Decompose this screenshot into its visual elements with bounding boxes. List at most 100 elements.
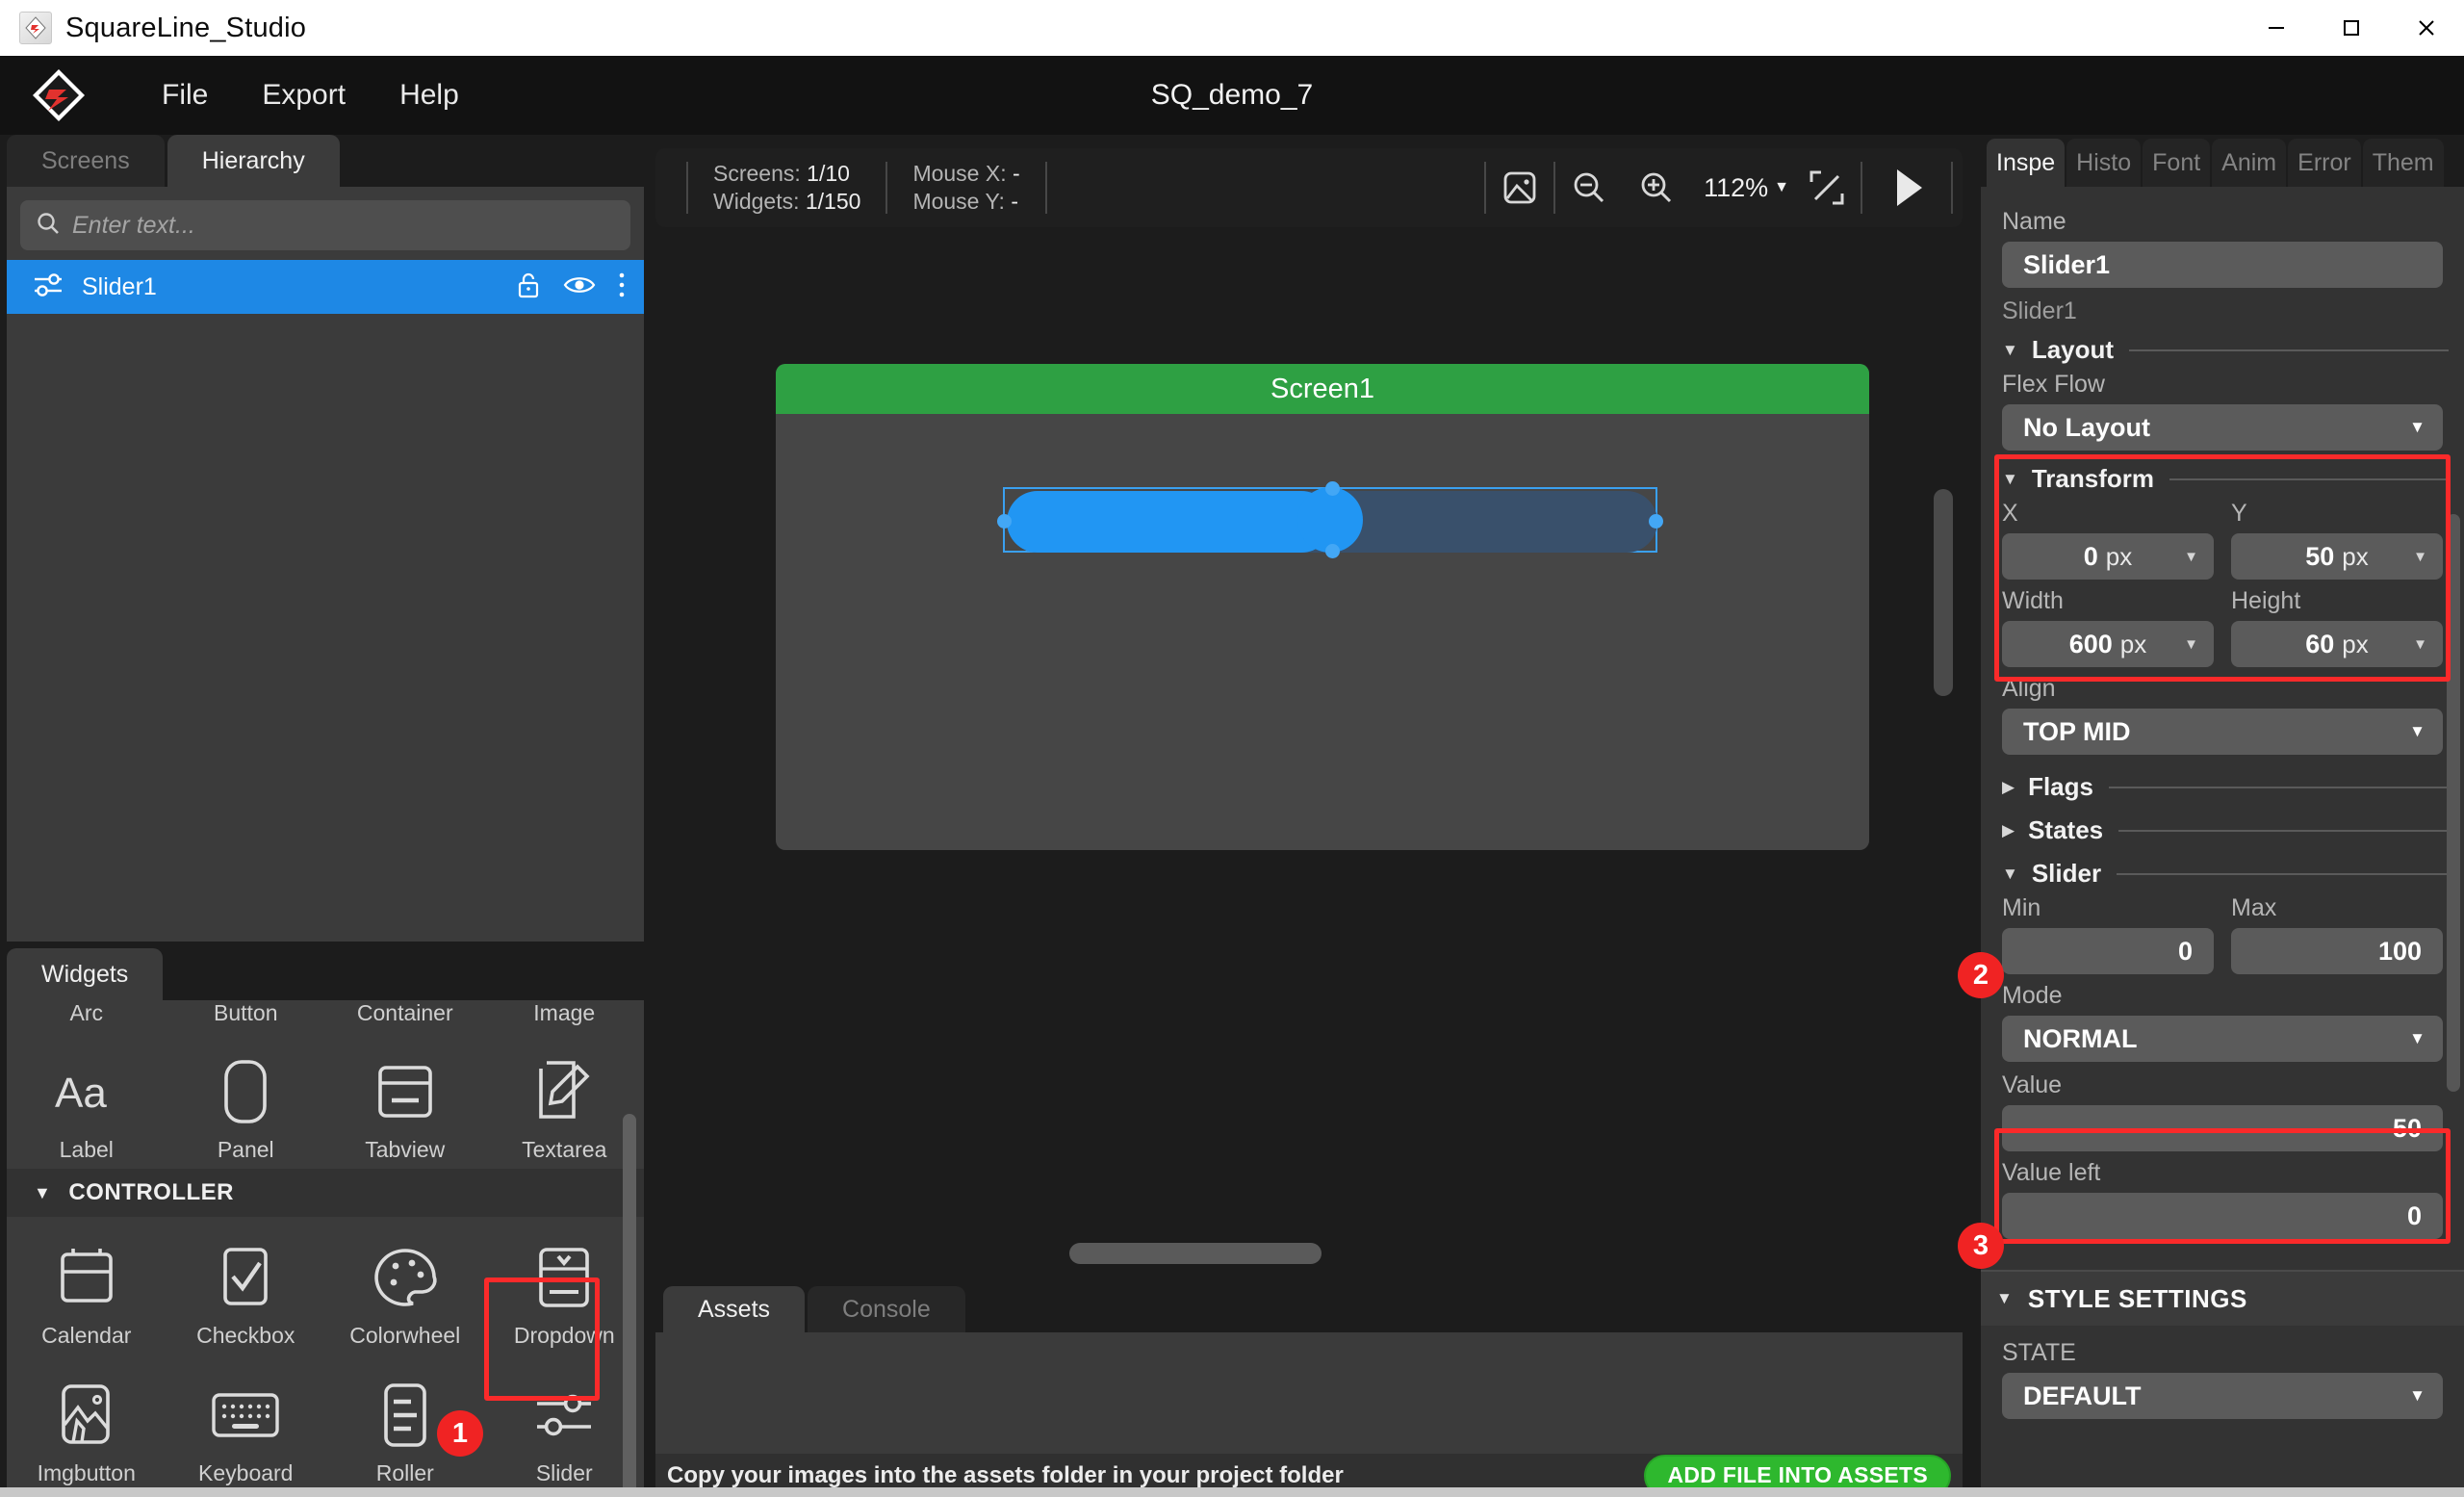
- resize-handle-bottom[interactable]: [1325, 544, 1340, 558]
- resize-handle-top[interactable]: [1325, 481, 1340, 496]
- tab-console[interactable]: Console: [808, 1286, 965, 1332]
- value-input[interactable]: 50: [2002, 1105, 2443, 1151]
- section-layout[interactable]: ▼ Layout: [1981, 335, 2464, 365]
- widgets-scrollbar[interactable]: [623, 1114, 636, 1497]
- menu-export[interactable]: Export: [235, 56, 372, 135]
- zoom-out-icon[interactable]: [1555, 148, 1623, 227]
- chevron-right-icon: ▶: [2002, 820, 2015, 839]
- minimize-icon[interactable]: [2239, 0, 2314, 56]
- widget-slider[interactable]: Slider: [485, 1355, 645, 1492]
- widget-imgbutton[interactable]: Imgbutton: [7, 1355, 167, 1492]
- state-select[interactable]: DEFAULT ▼: [2002, 1373, 2443, 1419]
- width-unit: px: [2119, 629, 2147, 658]
- align-select[interactable]: TOP MID ▼: [2002, 709, 2443, 755]
- squareline-studio-window: SquareLine_Studio SQ_demo_7 File Export …: [0, 0, 2464, 1497]
- screen-name: Screen1: [1270, 373, 1374, 404]
- search-input[interactable]: Enter text...: [20, 200, 630, 250]
- height-group: Height 60 px ▼: [2231, 587, 2443, 667]
- flex-flow-select[interactable]: No Layout ▼: [2002, 404, 2443, 451]
- chevron-down-icon: ▼: [2409, 418, 2426, 436]
- tab-font[interactable]: Font: [2143, 139, 2211, 187]
- widgets-value: 1/150: [805, 189, 861, 214]
- section-slider[interactable]: ▼ Slider: [1981, 859, 2464, 889]
- height-unit: px: [2342, 629, 2369, 658]
- device-screen[interactable]: Screen1: [776, 364, 1869, 850]
- mode-select[interactable]: NORMAL ▼: [2002, 1016, 2443, 1062]
- slider-knob[interactable]: [1297, 487, 1363, 553]
- height-input[interactable]: 60 px ▼: [2231, 621, 2443, 667]
- widget-dropdown[interactable]: Dropdown: [485, 1217, 645, 1355]
- x-input[interactable]: 0 px ▼: [2002, 533, 2214, 580]
- play-icon[interactable]: [1862, 148, 1951, 227]
- assets-list[interactable]: [655, 1332, 1963, 1454]
- resize-handle-left[interactable]: [997, 514, 1012, 529]
- name-input[interactable]: Slider1: [2002, 242, 2443, 288]
- canvas-area[interactable]: Screen1: [655, 239, 1963, 1274]
- widget-container[interactable]: Container: [325, 1000, 485, 1031]
- zoom-in-icon[interactable]: [1623, 148, 1690, 227]
- canvas-vertical-scrollbar[interactable]: [1934, 489, 1953, 696]
- widget-textarea[interactable]: Textarea: [485, 1031, 645, 1169]
- tab-hierarchy[interactable]: Hierarchy: [167, 135, 340, 187]
- section-flags[interactable]: ▶ Flags: [1981, 772, 2464, 802]
- widget-keyboard[interactable]: Keyboard: [167, 1355, 326, 1492]
- image-preview-icon[interactable]: [1486, 148, 1553, 227]
- inspector-scrollbar[interactable]: [2447, 514, 2460, 1092]
- calendar-icon: [52, 1236, 121, 1319]
- widget-panel[interactable]: Panel: [167, 1031, 326, 1169]
- canvas-hscroll-thumb[interactable]: [1069, 1243, 1322, 1264]
- value-left-group: Value left 0: [1981, 1151, 2464, 1239]
- tab-inspector[interactable]: Inspe: [1987, 139, 2066, 187]
- state-group: STATE DEFAULT ▼: [1981, 1326, 2464, 1419]
- menu-help[interactable]: Help: [372, 56, 486, 135]
- flex-flow-label: Flex Flow: [2002, 371, 2105, 398]
- widget-checkbox[interactable]: Checkbox: [167, 1217, 326, 1355]
- toolbar-divider-3: [1044, 162, 1047, 214]
- widgets-section-controller[interactable]: ▼ CONTROLLER: [7, 1169, 644, 1217]
- tree-item-slider1[interactable]: Slider1: [7, 260, 644, 314]
- tab-error[interactable]: Error: [2288, 139, 2361, 187]
- fit-screen-icon[interactable]: [1793, 148, 1861, 227]
- tab-anim[interactable]: Anim: [2212, 139, 2287, 187]
- screens-count-row: Screens: 1/10: [713, 161, 860, 187]
- maximize-icon[interactable]: [2314, 0, 2389, 56]
- more-icon[interactable]: [617, 271, 627, 304]
- chevron-down-icon: ▼: [2002, 340, 2018, 359]
- tab-assets[interactable]: Assets: [663, 1286, 806, 1332]
- close-icon[interactable]: [2389, 0, 2464, 56]
- section-rule: [2118, 829, 2449, 832]
- widget-label-label: Label: [59, 1137, 114, 1162]
- width-input[interactable]: 600 px ▼: [2002, 621, 2214, 667]
- value-left-input[interactable]: 0: [2002, 1193, 2443, 1239]
- slider-fill: [1007, 491, 1332, 553]
- tab-theme[interactable]: Them: [2362, 139, 2444, 187]
- eye-icon[interactable]: [563, 272, 596, 302]
- max-input[interactable]: 100: [2231, 928, 2443, 974]
- slider-selection-box[interactable]: [997, 481, 1663, 558]
- widget-tabview[interactable]: Tabview: [325, 1031, 485, 1169]
- y-input[interactable]: 50 px ▼: [2231, 533, 2443, 580]
- widget-button[interactable]: Button: [167, 1000, 326, 1031]
- section-style-settings[interactable]: ▼ STYLE SETTINGS: [1981, 1270, 2464, 1326]
- tab-widgets[interactable]: Widgets: [7, 948, 164, 1000]
- widget-colorwheel[interactable]: Colorwheel: [325, 1217, 485, 1355]
- width-value: 600: [2068, 629, 2113, 658]
- menu-file[interactable]: File: [135, 56, 235, 135]
- zoom-level-control[interactable]: 112% ▼: [1690, 173, 1793, 203]
- section-transform[interactable]: ▼ Transform: [1981, 464, 2464, 494]
- canvas-horizontal-scrollbar[interactable]: [655, 1237, 1963, 1266]
- lock-icon[interactable]: [515, 271, 542, 304]
- min-input[interactable]: 0: [2002, 928, 2214, 974]
- widget-arc[interactable]: Arc: [7, 1000, 167, 1031]
- canvas-column: Screens: 1/10 Widgets: 1/150 Mouse X: - …: [644, 135, 1981, 1497]
- toolbar-mouse: Mouse X: - Mouse Y: -: [887, 161, 1044, 215]
- tab-history[interactable]: Histo: [2066, 139, 2142, 187]
- section-states[interactable]: ▶ States: [1981, 815, 2464, 845]
- section-rule: [2109, 786, 2449, 788]
- tab-screens[interactable]: Screens: [7, 135, 165, 187]
- widget-calendar[interactable]: Calendar: [7, 1217, 167, 1355]
- widget-label[interactable]: Aa Label: [7, 1031, 167, 1169]
- width-group: Width 600 px ▼: [2002, 587, 2214, 667]
- widget-image[interactable]: Image: [485, 1000, 645, 1031]
- resize-handle-right[interactable]: [1649, 514, 1663, 529]
